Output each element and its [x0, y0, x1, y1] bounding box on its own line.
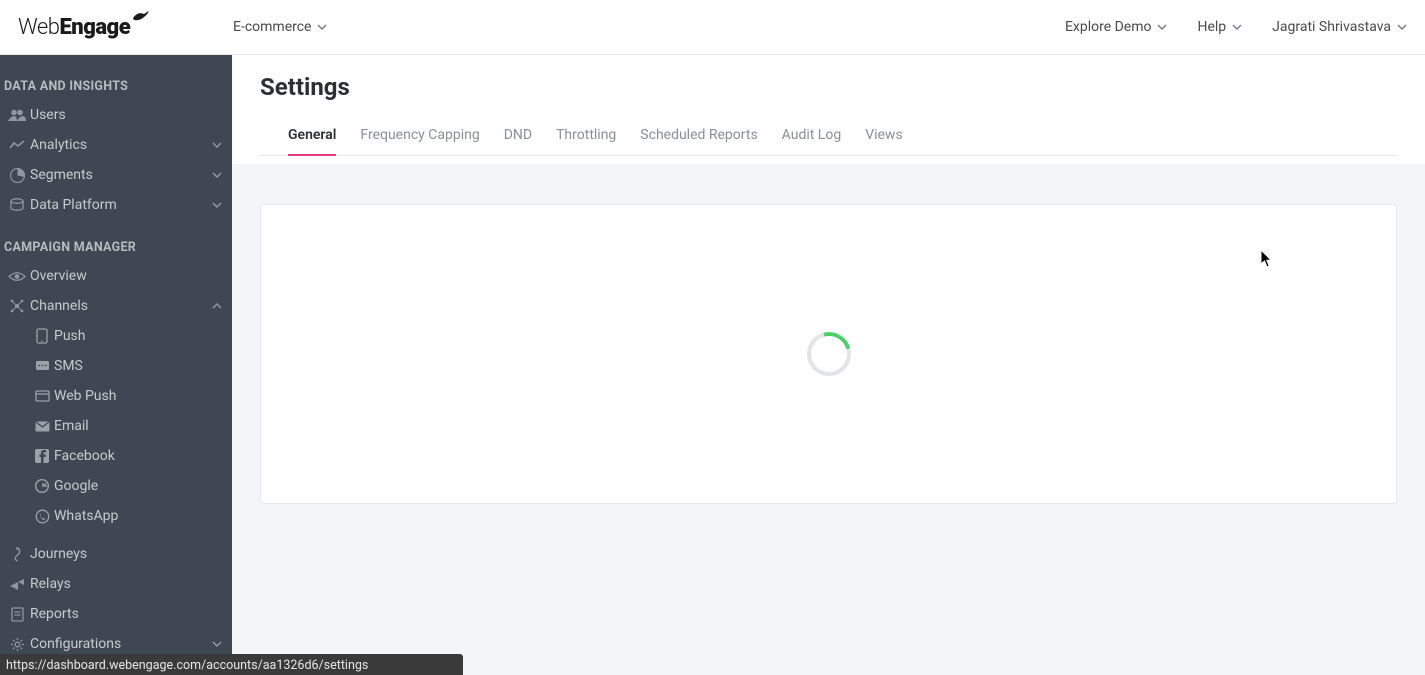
google-icon — [30, 479, 54, 493]
analytics-icon — [4, 140, 30, 150]
tab-views[interactable]: Views — [865, 115, 903, 155]
sidebar-item-relays[interactable]: Relays — [0, 569, 232, 599]
top-right: Explore Demo Help Jagrati Shrivastava — [1065, 19, 1407, 35]
page-header: Settings General Frequency Capping DND T… — [232, 55, 1425, 164]
sidebar-subitem-label: WhatsApp — [54, 508, 118, 524]
explore-demo-label: Explore Demo — [1065, 19, 1152, 35]
sidebar-subitem-web-push[interactable]: Web Push — [0, 381, 232, 411]
tab-dnd[interactable]: DND — [504, 115, 532, 155]
sidebar-subitem-label: Google — [54, 478, 98, 494]
data-platform-icon — [4, 198, 30, 212]
chevron-down-icon — [212, 641, 222, 647]
sidebar: DATA AND INSIGHTS Users Analytics Segmen… — [0, 55, 232, 675]
sidebar-subitem-label: Push — [54, 328, 86, 344]
chevron-up-icon — [212, 303, 222, 309]
logo[interactable]: WebEngage — [18, 15, 233, 40]
tab-audit-log[interactable]: Audit Log — [782, 115, 842, 155]
tab-frequency-capping[interactable]: Frequency Capping — [360, 115, 479, 155]
status-url: https://dashboard.webengage.com/accounts… — [0, 654, 463, 675]
whatsapp-icon — [30, 509, 54, 524]
workspace-name: E-commerce — [233, 19, 311, 35]
sidebar-subitem-label: Web Push — [54, 388, 116, 404]
email-icon — [30, 421, 54, 432]
facebook-icon — [30, 449, 54, 463]
user-name: Jagrati Shrivastava — [1272, 19, 1391, 35]
users-icon — [4, 109, 30, 121]
sidebar-item-label: Configurations — [30, 636, 212, 652]
page-title: Settings — [260, 73, 1397, 101]
help-label: Help — [1197, 19, 1226, 35]
sidebar-subitem-sms[interactable]: SMS — [0, 351, 232, 381]
sidebar-item-label: Analytics — [30, 137, 212, 153]
sidebar-subitem-facebook[interactable]: Facebook — [0, 441, 232, 471]
top-bar: WebEngage E-commerce Explore Demo Help J… — [0, 0, 1425, 55]
sidebar-item-journeys[interactable]: Journeys — [0, 539, 232, 569]
sidebar-item-users[interactable]: Users — [0, 100, 232, 130]
main-content: Settings General Frequency Capping DND T… — [232, 55, 1425, 675]
sidebar-item-label: Users — [30, 107, 222, 123]
sidebar-section-campaign-manager: CAMPAIGN MANAGER — [0, 232, 232, 261]
sidebar-item-label: Segments — [30, 167, 212, 183]
chevron-down-icon — [317, 24, 327, 30]
sidebar-item-reports[interactable]: Reports — [0, 599, 232, 629]
chevron-down-icon — [212, 172, 222, 178]
web-push-icon — [30, 390, 54, 403]
sidebar-item-label: Journeys — [30, 546, 222, 562]
journeys-icon — [4, 547, 30, 562]
chevron-down-icon — [1397, 24, 1407, 30]
sidebar-item-overview[interactable]: Overview — [0, 261, 232, 291]
user-menu[interactable]: Jagrati Shrivastava — [1272, 19, 1407, 35]
sidebar-subitem-email[interactable]: Email — [0, 411, 232, 441]
sidebar-section-data-insights: DATA AND INSIGHTS — [0, 71, 232, 100]
sidebar-item-label: Channels — [30, 298, 212, 314]
logo-bird-icon — [132, 11, 150, 25]
tab-scheduled-reports[interactable]: Scheduled Reports — [640, 115, 757, 155]
sidebar-item-data-platform[interactable]: Data Platform — [0, 190, 232, 220]
sidebar-item-analytics[interactable]: Analytics — [0, 130, 232, 160]
tabs: General Frequency Capping DND Throttling… — [260, 115, 1397, 156]
chevron-down-icon — [212, 202, 222, 208]
content-area — [232, 164, 1425, 675]
sidebar-subitem-label: Email — [54, 418, 89, 434]
logo-text: WebEngage — [18, 15, 130, 40]
sidebar-subitem-label: SMS — [54, 358, 83, 374]
sidebar-item-channels[interactable]: Channels — [0, 291, 232, 321]
workspace-selector[interactable]: E-commerce — [233, 19, 327, 35]
help-menu[interactable]: Help — [1197, 19, 1242, 35]
chevron-down-icon — [1232, 24, 1242, 30]
configurations-icon — [4, 637, 30, 652]
sidebar-subitem-whatsapp[interactable]: WhatsApp — [0, 501, 232, 531]
sidebar-subitem-push[interactable]: Push — [0, 321, 232, 351]
sidebar-item-label: Reports — [30, 606, 222, 622]
channels-icon — [4, 298, 30, 314]
sidebar-item-label: Overview — [30, 268, 222, 284]
sidebar-subitem-label: Facebook — [54, 448, 115, 464]
loading-spinner-icon — [798, 324, 858, 384]
sidebar-item-segments[interactable]: Segments — [0, 160, 232, 190]
reports-icon — [4, 607, 30, 622]
sidebar-item-label: Data Platform — [30, 197, 212, 213]
tab-general[interactable]: General — [288, 115, 336, 155]
loading-card — [260, 204, 1397, 504]
explore-demo-menu[interactable]: Explore Demo — [1065, 19, 1168, 35]
chevron-down-icon — [1157, 24, 1167, 30]
chevron-down-icon — [212, 142, 222, 148]
sidebar-subitem-google[interactable]: Google — [0, 471, 232, 501]
push-icon — [30, 328, 54, 344]
tab-throttling[interactable]: Throttling — [556, 115, 616, 155]
sidebar-item-label: Relays — [30, 576, 222, 592]
segments-icon — [4, 168, 30, 183]
relays-icon — [4, 578, 30, 591]
overview-icon — [4, 271, 30, 282]
sms-icon — [30, 360, 54, 372]
